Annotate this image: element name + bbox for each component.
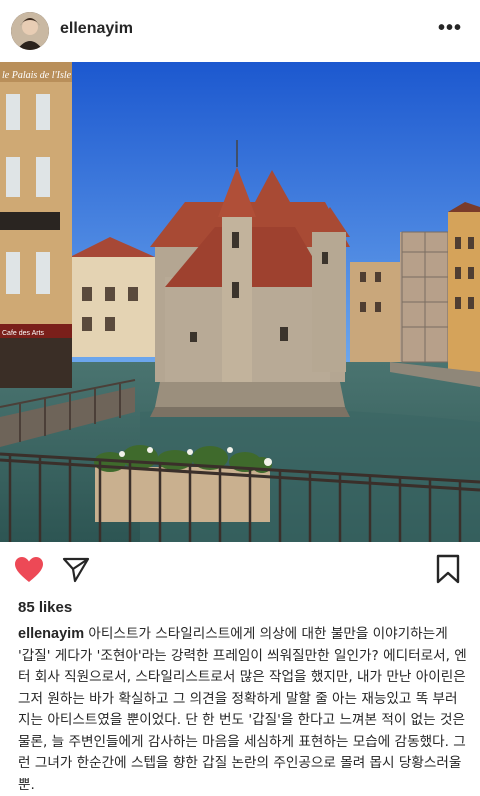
shop-sign: le Palais de l'Isle <box>2 70 72 81</box>
action-bar <box>0 544 480 594</box>
more-dots-icon[interactable]: ••• <box>438 18 462 38</box>
cafe-sign: Cafe des Arts <box>2 330 45 337</box>
post-header: ellenayim ••• <box>0 0 480 62</box>
heart-icon[interactable] <box>14 556 46 586</box>
avatar[interactable] <box>11 12 49 50</box>
caption: ellenayim 아티스트가 스타일리스트에게 의상에 대한 불만을 이야기하… <box>18 624 468 796</box>
send-icon[interactable] <box>62 556 92 586</box>
bookmark-icon[interactable] <box>436 554 462 586</box>
likes-count[interactable]: 85 likes <box>18 599 72 616</box>
caption-username[interactable]: ellenayim <box>18 626 84 642</box>
username[interactable]: ellenayim <box>60 20 133 38</box>
post-photo[interactable]: le Palais de l'Isle Cafe des Arts <box>0 62 480 542</box>
caption-text: 아티스트가 스타일리스트에게 의상에 대한 불만을 이야기하는게 '갑질' 게다… <box>18 626 467 793</box>
photo-scene: le Palais de l'Isle Cafe des Arts <box>0 62 480 542</box>
